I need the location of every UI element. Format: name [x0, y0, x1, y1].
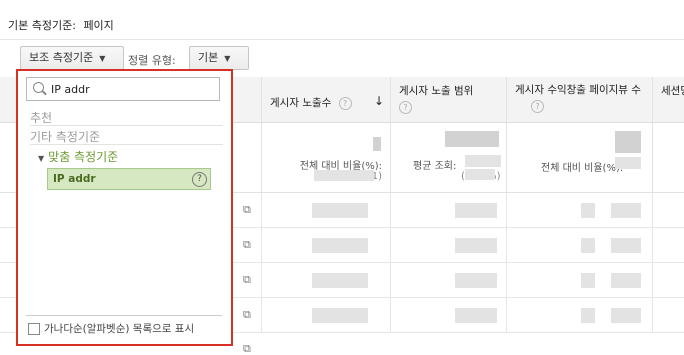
custom-dimensions-label: 맞춤 측정기준: [48, 150, 119, 164]
redacted-value: [455, 308, 497, 323]
sort-type-label: 정렬 유형:: [128, 54, 176, 67]
redacted-value: [312, 273, 368, 288]
secondary-dimension-button[interactable]: 보조 측정기준 ▼: [20, 46, 124, 70]
primary-dimension-value[interactable]: 페이지: [83, 19, 113, 32]
redacted-value: [611, 238, 641, 253]
pageviews-cell: [507, 228, 653, 263]
help-icon[interactable]: ?: [399, 101, 412, 114]
dimension-search-input[interactable]: [51, 80, 211, 98]
divider: [30, 144, 223, 145]
impressions-cell: [262, 263, 391, 298]
redacted-value: [314, 170, 374, 181]
redacted-value: [455, 273, 497, 288]
header-label: 게시자 수익창출 페이지뷰 수: [515, 84, 641, 96]
redacted-value: [465, 155, 501, 167]
summary-label: 평균 조회:: [413, 161, 457, 172]
redacted-value: [611, 203, 641, 218]
redacted-value: [465, 169, 495, 180]
redacted-value: [581, 308, 595, 323]
pageviews-cell: [507, 298, 653, 333]
sort-desc-arrow-icon: ↓: [373, 94, 384, 108]
header-col-monetized-pageviews[interactable]: 게시자 수익창출 페이지뷰 수 ?: [507, 77, 653, 123]
custom-dimensions-group[interactable]: ▼ 맞춤 측정기준: [38, 148, 118, 165]
primary-dimension-label: 기본 측정기준:: [8, 19, 76, 32]
coverage-cell: [391, 263, 507, 298]
category-other-dimensions[interactable]: 기타 측정기준: [30, 128, 100, 145]
redacted-value: [445, 131, 499, 147]
pageviews-cell: [507, 193, 653, 228]
sort-type-value: 기본: [198, 51, 219, 64]
pageviews-cell: [507, 263, 653, 298]
redacted-value: [611, 308, 641, 323]
dimension-option-ip-addr[interactable]: IP addr ?: [47, 168, 211, 190]
divider: [30, 125, 223, 126]
caret-down-icon: ▼: [99, 54, 106, 63]
secondary-dimension-label: 보조 측정기준: [29, 51, 94, 64]
help-icon[interactable]: ?: [338, 96, 352, 110]
redacted-value: [455, 238, 497, 253]
summary-monetized-pageviews: 전체 대비 비율(%):: [507, 123, 653, 193]
redacted-value: [312, 308, 368, 323]
impressions-cell: [262, 228, 391, 263]
redacted-value: [581, 238, 595, 253]
dimension-search-box[interactable]: [26, 77, 220, 101]
impressions-cell: [262, 193, 391, 228]
sort-type-dropdown[interactable]: 기본 ▼: [189, 46, 249, 70]
alpha-sort-toggle[interactable]: 가나다순(알파벳순) 목록으로 표시: [28, 321, 194, 336]
coverage-cell: [391, 298, 507, 333]
redacted-value: [373, 137, 381, 151]
summary-label: 전체 대비 비율(%):: [541, 163, 624, 174]
redacted-value: [455, 203, 497, 218]
triangle-down-icon: ▼: [38, 154, 45, 163]
secondary-dimension-dropdown: 추천 기타 측정기준 ▼맞춤 측정기준 IP addr ? 가나다순(알파벳순)…: [16, 69, 233, 346]
redacted-value: [581, 203, 595, 218]
primary-dimension: 기본 측정기준: 페이지: [8, 17, 114, 33]
redacted-value: [312, 203, 368, 218]
coverage-cell: [391, 193, 507, 228]
external-link-icon[interactable]: ⧉: [243, 343, 255, 354]
search-icon: [33, 82, 44, 93]
help-icon[interactable]: ?: [531, 100, 544, 113]
header-label: 세션당 수: [661, 85, 684, 97]
header-col-per-session[interactable]: 세션당 수: [653, 77, 684, 123]
redacted-value: [581, 273, 595, 288]
alpha-sort-checkbox[interactable]: [28, 323, 40, 335]
summary-impressions: 전체 대비 비율(%): 0.00% (1): [262, 123, 391, 193]
summary-coverage: 평균 조회: (0.00%): [391, 123, 507, 193]
divider: [26, 315, 222, 316]
coverage-cell: [391, 228, 507, 263]
redacted-value: [611, 273, 641, 288]
caret-down-icon: ▼: [224, 54, 231, 63]
alpha-sort-label: 가나다순(알파벳순) 목록으로 표시: [44, 323, 195, 335]
category-recommended[interactable]: 추천: [30, 109, 52, 126]
redacted-value: [312, 238, 368, 253]
summary-per-session: [653, 123, 684, 193]
dimension-option-label: IP addr: [53, 173, 96, 185]
help-icon[interactable]: ?: [192, 172, 207, 187]
header-col-impressions[interactable]: 게시자 노출수 ? ↓: [262, 77, 391, 123]
header-label: 게시자 노출 범위: [399, 85, 474, 97]
redacted-value: [615, 157, 641, 169]
impressions-cell: [262, 298, 391, 333]
redacted-value: [615, 131, 641, 153]
header-label: 게시자 노출수: [270, 97, 332, 109]
header-col-coverage[interactable]: 게시자 노출 범위 ?: [391, 77, 507, 123]
